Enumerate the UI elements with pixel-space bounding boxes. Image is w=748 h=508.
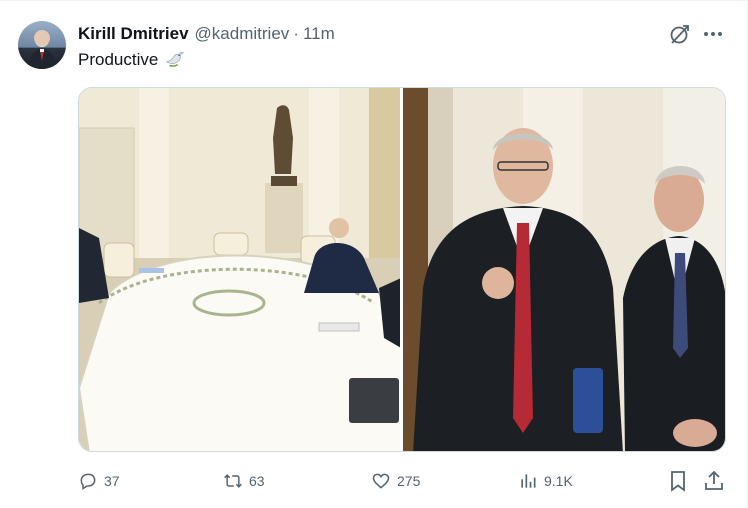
media-photo-2[interactable] [403, 88, 725, 451]
share-icon[interactable] [702, 469, 726, 493]
views-button[interactable]: 9.1K [518, 469, 573, 493]
reply-icon [80, 473, 96, 490]
separator-dot: · [293, 24, 299, 43]
tweet-text-content: Productive [78, 50, 159, 69]
bookmark-icon[interactable] [666, 469, 690, 493]
repost-count: 63 [249, 473, 265, 489]
author-handle[interactable]: @kadmitriev [195, 24, 290, 44]
media-grid [78, 87, 726, 452]
views-icon [521, 474, 536, 488]
timestamp[interactable]: 11m [303, 24, 335, 44]
tweet-text: Productive [78, 49, 186, 71]
like-icon [372, 473, 390, 489]
avatar[interactable] [18, 21, 66, 69]
tweet-card[interactable]: Kirill Dmitriev @kadmitriev · 11m Produc… [0, 0, 748, 508]
author-name[interactable]: Kirill Dmitriev [78, 24, 189, 44]
reply-count: 37 [104, 473, 120, 489]
media-photo-1[interactable] [79, 88, 400, 451]
repost-icon [224, 474, 242, 488]
grok-icon[interactable] [668, 22, 692, 46]
dove-icon [166, 51, 185, 67]
tweet-header: Kirill Dmitriev @kadmitriev · 11m [78, 23, 335, 45]
reply-button[interactable]: 37 [78, 469, 120, 493]
like-button[interactable]: 275 [371, 469, 420, 493]
views-count: 9.1K [544, 473, 573, 489]
more-icon[interactable] [701, 22, 725, 46]
action-bar: 37 63 275 9.1K [78, 469, 726, 493]
like-count: 275 [397, 473, 421, 489]
repost-button[interactable]: 63 [223, 469, 265, 493]
